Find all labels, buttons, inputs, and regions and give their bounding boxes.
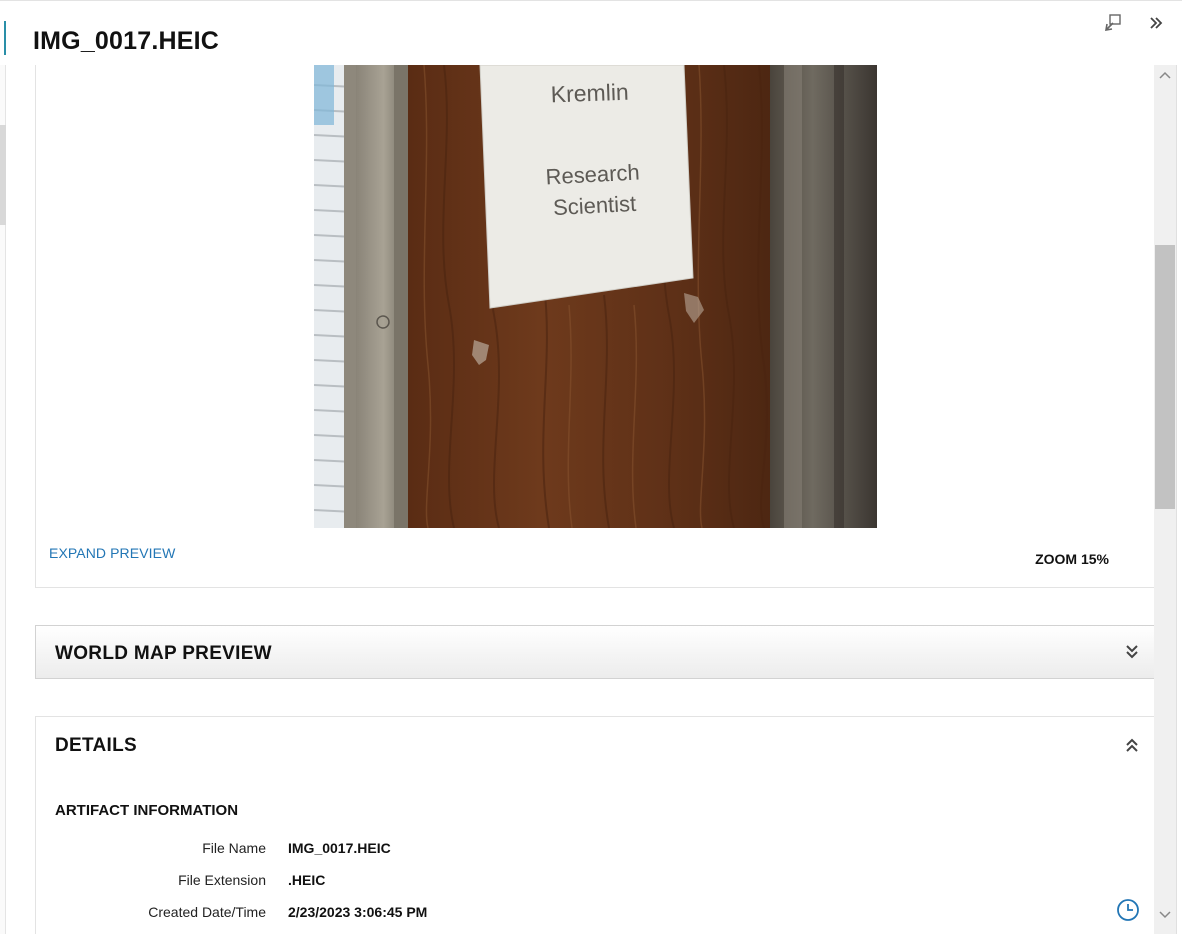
- details-panel: DETAILS ARTIFACT INFORMATION File Name I…: [35, 716, 1154, 934]
- scrollbar-thumb[interactable]: [1155, 245, 1175, 509]
- image-preview: Kremlin Research Scientist: [314, 65, 877, 528]
- world-map-preview-title: WORLD MAP PREVIEW: [55, 643, 272, 664]
- image-preview-card: Kremlin Research Scientist EXPAND PREVIE…: [35, 65, 1154, 588]
- photo-sign-line2: Research: [545, 160, 640, 190]
- history-clock-icon[interactable]: [1116, 898, 1140, 922]
- detail-row: Created Date/Time 2/23/2023 3:06:45 PM: [36, 904, 736, 924]
- details-title: DETAILS: [55, 735, 137, 756]
- photo-sign-line3: Scientist: [552, 191, 636, 220]
- scroll-up-button[interactable]: [1154, 65, 1176, 85]
- scroll-down-button[interactable]: [1154, 905, 1176, 925]
- content-area: Kremlin Research Scientist EXPAND PREVIE…: [6, 65, 1154, 934]
- detail-value: IMG_0017.HEIC: [288, 840, 391, 856]
- right-edge: [1176, 65, 1182, 934]
- header-accent-bar: [4, 21, 6, 55]
- detail-value: 2/23/2023 3:06:45 PM: [288, 904, 428, 920]
- double-chevron-down-icon[interactable]: [1124, 643, 1140, 661]
- world-map-preview-header[interactable]: WORLD MAP PREVIEW: [35, 625, 1154, 679]
- detail-row: File Extension .HEIC: [36, 872, 736, 892]
- chevron-down-icon: [1159, 911, 1171, 919]
- chevron-up-icon: [1159, 71, 1171, 79]
- collapse-panel-button[interactable]: [1144, 11, 1168, 35]
- detail-label: File Extension: [178, 872, 266, 888]
- double-chevron-up-icon[interactable]: [1124, 736, 1140, 754]
- popout-window-icon[interactable]: [1101, 11, 1125, 35]
- zoom-label: ZOOM 15%: [1035, 551, 1109, 567]
- photo-sign-line1: Kremlin: [550, 79, 629, 108]
- detail-value: .HEIC: [288, 872, 326, 888]
- page-title: IMG_0017.HEIC: [33, 27, 220, 55]
- expand-preview-link[interactable]: EXPAND PREVIEW: [49, 545, 175, 561]
- double-chevron-right-icon: [1150, 17, 1163, 29]
- artifact-information-heading: ARTIFACT INFORMATION: [55, 802, 239, 819]
- vertical-scrollbar[interactable]: [1154, 65, 1176, 934]
- detail-label: File Name: [202, 840, 266, 856]
- panel-header: IMG_0017.HEIC: [0, 0, 1182, 65]
- detail-row: File Name IMG_0017.HEIC: [36, 840, 736, 860]
- detail-label: Created Date/Time: [148, 904, 266, 920]
